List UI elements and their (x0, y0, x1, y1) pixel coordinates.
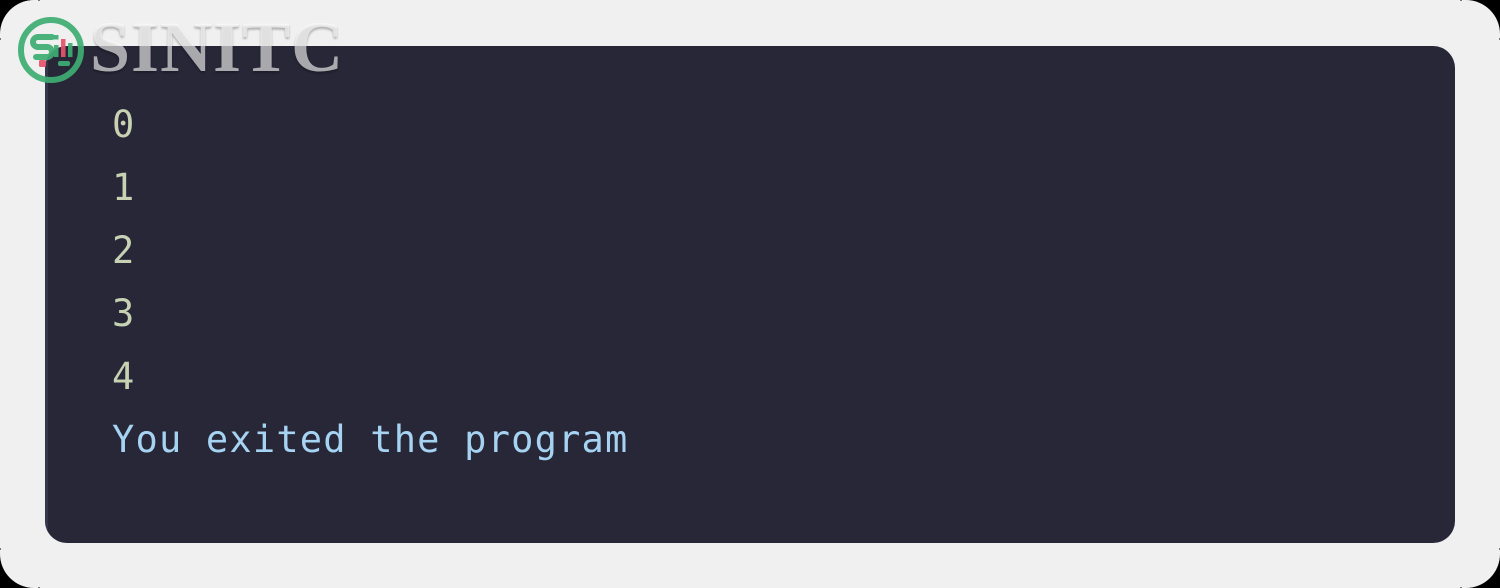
terminal-left-edge (45, 46, 48, 543)
terminal-line: You exited the program (112, 418, 629, 461)
terminal-line: 1 (112, 166, 136, 209)
terminal-line: 3 (112, 292, 136, 335)
terminal-line: 2 (112, 229, 136, 272)
terminal-line-list: 0 1 2 3 4 You exited the program (112, 93, 1435, 471)
page-root: 0 1 2 3 4 You exited the program SINITC (0, 0, 1500, 588)
page-corner-top-right (1460, 0, 1500, 40)
terminal-output-panel[interactable]: 0 1 2 3 4 You exited the program (45, 46, 1455, 543)
terminal-line: 0 (112, 103, 136, 146)
page-corner-top-left (0, 0, 40, 40)
page-corner-bottom-right (1460, 548, 1500, 588)
terminal-line: 4 (112, 355, 136, 398)
page-corner-bottom-left (0, 548, 40, 588)
